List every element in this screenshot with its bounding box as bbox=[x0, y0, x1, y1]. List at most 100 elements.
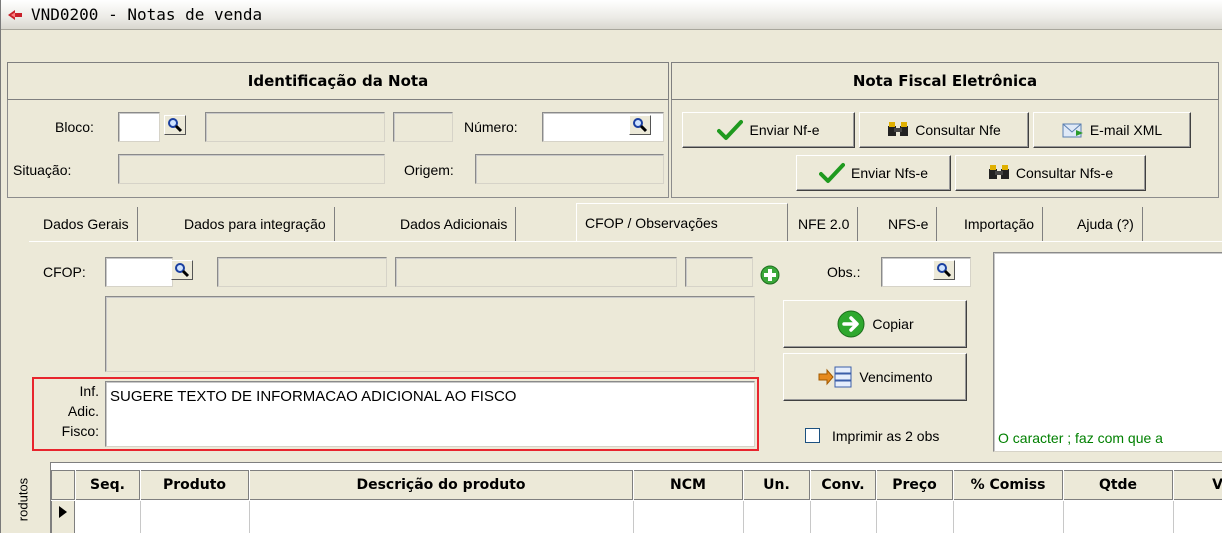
obs-input[interactable] bbox=[881, 257, 971, 287]
col-header-comiss-label: % Comiss bbox=[970, 477, 1046, 493]
title-bar: VND0200 - Notas de venda bbox=[1, 0, 1222, 30]
vencimento-button[interactable]: Vencimento bbox=[783, 353, 967, 401]
col-header-ncm[interactable]: NCM bbox=[634, 470, 743, 500]
tab-dados-integracao[interactable]: Dados para integração bbox=[176, 207, 335, 241]
nfe-header-label: Nota Fiscal Eletrônica bbox=[852, 72, 1038, 90]
imprimir-label: Imprimir as 2 obs bbox=[832, 428, 940, 444]
grid-cell-descricao[interactable] bbox=[250, 501, 634, 533]
tab-nfse[interactable]: NFS-e bbox=[880, 207, 938, 241]
obs-label: Obs.: bbox=[827, 264, 861, 280]
tab-dados-gerais-label: Dados Gerais bbox=[43, 216, 129, 232]
magnifier-icon bbox=[633, 118, 648, 133]
tab-importacao[interactable]: Importação bbox=[956, 207, 1044, 241]
grid-cell-qtde[interactable] bbox=[1064, 501, 1174, 533]
tab-cfop-observacoes[interactable]: CFOP / Observações bbox=[576, 203, 788, 241]
cfop-input[interactable] bbox=[105, 257, 173, 287]
obs-text-area[interactable] bbox=[993, 252, 1222, 452]
grid-side-tab[interactable]: rodutos bbox=[7, 462, 51, 533]
tab-cfop-observacoes-label: CFOP / Observações bbox=[585, 214, 718, 231]
app-logo-icon bbox=[8, 9, 22, 20]
col-header-v[interactable]: V bbox=[1174, 470, 1222, 500]
vencimento-label: Vencimento bbox=[859, 369, 933, 385]
tab-dados-adicionais[interactable]: Dados Adicionais bbox=[392, 207, 517, 241]
identificacao-header: Identificação da Nota bbox=[7, 62, 669, 100]
inf-label-line-1: Inf. bbox=[79, 383, 99, 399]
bloco-search-button[interactable] bbox=[164, 115, 186, 135]
numero-label: Número: bbox=[464, 119, 518, 135]
consultar-nfse-label: Consultar Nfs-e bbox=[1015, 165, 1114, 181]
enviar-nfe-button[interactable]: Enviar Nf-e bbox=[682, 112, 855, 148]
col-header-ncm-label: NCM bbox=[670, 477, 706, 493]
consultar-nfe-label: Consultar Nfe bbox=[915, 122, 1001, 138]
window-title: VND0200 - Notas de venda bbox=[31, 5, 263, 24]
inf-adic-fisco-value: SUGERE TEXTO DE INFORMACAO ADICIONAL AO … bbox=[110, 388, 517, 405]
col-header-comiss[interactable]: % Comiss bbox=[954, 470, 1063, 500]
situacao-field bbox=[118, 154, 385, 184]
obs-search-button[interactable] bbox=[933, 260, 955, 280]
inf-label-line-3: Fisco: bbox=[61, 423, 99, 439]
numero-search-button[interactable] bbox=[629, 115, 651, 135]
enviar-nfse-button[interactable]: Enviar Nfs-e bbox=[796, 155, 951, 191]
tab-strip-line bbox=[29, 241, 1222, 242]
col-header-descricao[interactable]: Descrição do produto bbox=[250, 470, 633, 500]
tab-nfe-2[interactable]: NFE 2.0 bbox=[790, 207, 859, 241]
check-icon bbox=[818, 162, 845, 184]
calendar-list-icon bbox=[817, 365, 853, 389]
consultar-nfe-button[interactable]: Consultar Nfe bbox=[859, 112, 1029, 148]
email-xml-label: E-mail XML bbox=[1089, 122, 1163, 138]
grid-cell-conv[interactable] bbox=[811, 501, 877, 533]
imprimir-checkbox[interactable] bbox=[805, 428, 820, 443]
col-header-conv[interactable]: Conv. bbox=[811, 470, 876, 500]
email-icon bbox=[1062, 122, 1084, 138]
grid-row-indicator bbox=[51, 501, 75, 533]
origem-field bbox=[475, 154, 664, 184]
col-header-seq[interactable]: Seq. bbox=[76, 470, 140, 500]
bloco-input[interactable] bbox=[118, 112, 160, 142]
col-header-qtde-label: Qtde bbox=[1098, 477, 1138, 493]
enviar-nfse-label: Enviar Nfs-e bbox=[850, 165, 929, 181]
grid-cell-preco[interactable] bbox=[877, 501, 954, 533]
col-header-seq-label: Seq. bbox=[90, 477, 125, 493]
cfop-search-button[interactable] bbox=[171, 260, 193, 280]
grid-cell-v[interactable] bbox=[1174, 501, 1222, 533]
inf-adic-fisco-label: Inf. Adic. Fisco: bbox=[37, 381, 99, 441]
grid-cell-comiss[interactable] bbox=[954, 501, 1064, 533]
obs-hint-text: O caracter ; faz com que a bbox=[998, 430, 1163, 446]
add-icon[interactable] bbox=[759, 264, 781, 286]
main-window: VND0200 - Notas de venda Identificação d… bbox=[0, 0, 1222, 533]
col-header-descricao-label: Descrição do produto bbox=[356, 477, 526, 493]
tab-dados-gerais[interactable]: Dados Gerais bbox=[35, 207, 138, 241]
col-header-preco[interactable]: Preço bbox=[877, 470, 953, 500]
copiar-label: Copiar bbox=[872, 316, 914, 332]
arrow-right-circle-icon bbox=[836, 309, 866, 339]
grid-cell-un[interactable] bbox=[744, 501, 811, 533]
grid-cell-ncm[interactable] bbox=[634, 501, 744, 533]
grid-cell-produto[interactable] bbox=[141, 501, 250, 533]
col-header-un[interactable]: Un. bbox=[744, 470, 810, 500]
col-header-conv-label: Conv. bbox=[821, 477, 865, 493]
magnifier-icon bbox=[168, 118, 183, 133]
copiar-button[interactable]: Copiar bbox=[783, 300, 967, 348]
tab-dados-integracao-label: Dados para integração bbox=[184, 216, 326, 232]
grid-cell-seq[interactable] bbox=[76, 501, 141, 533]
row-pointer-icon bbox=[59, 506, 67, 518]
consultar-nfse-button[interactable]: Consultar Nfs-e bbox=[955, 155, 1146, 191]
magnifier-icon bbox=[175, 263, 190, 278]
col-header-produto[interactable]: Produto bbox=[141, 470, 249, 500]
enviar-nfe-label: Enviar Nf-e bbox=[749, 122, 820, 138]
tab-nfe-2-label: NFE 2.0 bbox=[798, 216, 850, 232]
binoculars-icon bbox=[988, 164, 1010, 182]
inf-adic-fisco-input[interactable]: SUGERE TEXTO DE INFORMACAO ADICIONAL AO … bbox=[105, 381, 755, 447]
bloco-extra-field bbox=[393, 112, 453, 142]
tab-ajuda[interactable]: Ajuda (?) bbox=[1069, 207, 1143, 241]
col-header-v-label: V bbox=[1212, 477, 1222, 493]
binoculars-icon bbox=[887, 121, 909, 139]
cfop-label: CFOP: bbox=[43, 264, 86, 280]
cfop-description-field bbox=[217, 257, 387, 287]
email-xml-button[interactable]: E-mail XML bbox=[1033, 112, 1191, 148]
situacao-label: Situação: bbox=[13, 162, 72, 178]
nfe-header: Nota Fiscal Eletrônica bbox=[671, 62, 1219, 100]
cfop-observation-area bbox=[105, 296, 755, 372]
tab-dados-adicionais-label: Dados Adicionais bbox=[400, 216, 508, 232]
col-header-qtde[interactable]: Qtde bbox=[1064, 470, 1173, 500]
